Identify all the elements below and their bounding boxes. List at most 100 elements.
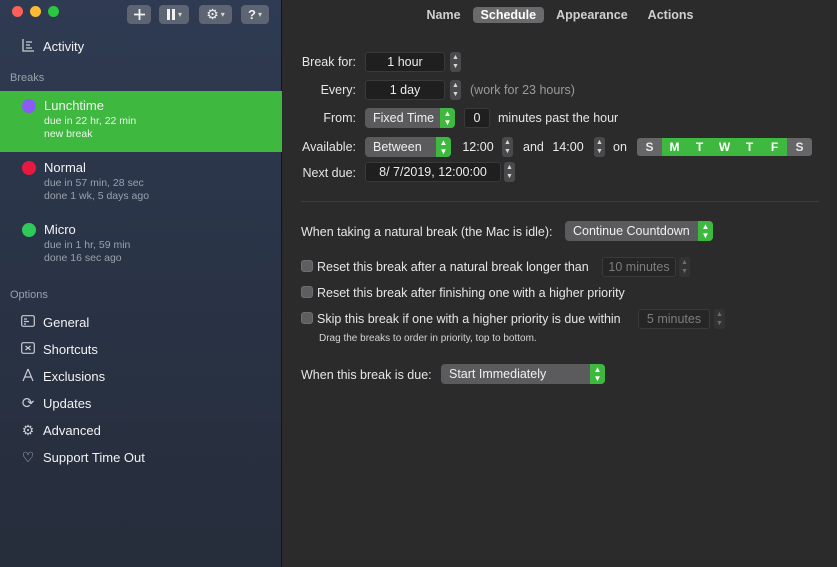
activity-icon: [20, 38, 36, 55]
break-for-label: Break for:: [301, 55, 356, 69]
sidebar-item-advanced[interactable]: ⚙ Advanced: [0, 421, 282, 439]
reset-after-natural-label: Reset this break after a natural break l…: [317, 260, 589, 274]
natural-break-popup-value: Continue Countdown: [573, 224, 690, 238]
next-due-field[interactable]: 8/ 7/2019, 12:00:00: [365, 162, 501, 182]
minutes-past-label: minutes past the hour: [498, 111, 619, 125]
and-label: and: [523, 140, 544, 154]
break-due: due in 1 hr, 59 min: [44, 239, 131, 251]
popup-arrows-icon: ▲ ▼: [698, 221, 713, 241]
break-name: Micro: [44, 222, 76, 237]
day-toggle-saturday[interactable]: S: [787, 138, 812, 156]
day-toggle-thursday[interactable]: T: [737, 138, 762, 156]
close-window-button[interactable]: [12, 6, 23, 17]
natural-break-label: When taking a natural break (the Mac is …: [301, 225, 553, 239]
break-color-dot: [22, 161, 36, 175]
skip-if-priority-checkbox[interactable]: [301, 312, 313, 324]
popup-arrows-icon: ▲ ▼: [436, 137, 451, 157]
sidebar-item-label: General: [43, 314, 90, 330]
sidebar-item-support[interactable]: ♡ Support Time Out: [0, 448, 282, 466]
weekday-selector: S M T W T F S: [637, 138, 812, 156]
tab-schedule[interactable]: Schedule: [472, 7, 545, 23]
section-divider: [301, 201, 819, 202]
gear-icon: ⚙: [21, 421, 35, 438]
plus-icon: [133, 9, 145, 20]
available-start-stepper[interactable]: ▲ ▼: [502, 137, 513, 157]
on-label: on: [613, 140, 627, 154]
break-status: done 16 sec ago: [44, 252, 122, 264]
available-popup[interactable]: Between ▲ ▼: [365, 137, 451, 157]
day-toggle-tuesday[interactable]: T: [687, 138, 712, 156]
help-menu-button[interactable]: ? ▾: [241, 5, 269, 24]
break-due-popup[interactable]: Start Immediately ▲ ▼: [441, 364, 605, 384]
sidebar-item-exclusions[interactable]: Exclusions: [0, 367, 282, 385]
sidebar-item-general[interactable]: General: [0, 313, 282, 331]
skip-duration-field[interactable]: 5 minutes: [638, 309, 710, 329]
keyboard-icon: [20, 341, 36, 357]
available-label: Available:: [302, 140, 356, 154]
work-duration-note: (work for 23 hours): [470, 83, 575, 97]
from-popup-value: Fixed Time: [373, 111, 435, 125]
day-toggle-wednesday[interactable]: W: [712, 138, 737, 156]
reset-after-priority-label: Reset this break after finishing one wit…: [317, 286, 625, 300]
heart-icon: ♡: [21, 448, 35, 465]
window-controls: [12, 6, 59, 17]
natural-break-popup[interactable]: Continue Countdown ▲ ▼: [565, 221, 713, 241]
settings-menu-button[interactable]: ⚙ ▾: [199, 5, 232, 24]
break-item-normal[interactable]: Normal due in 57 min, 28 sec done 1 wk, …: [0, 153, 282, 214]
sidebar-item-label: Advanced: [43, 422, 101, 438]
tab-name[interactable]: Name: [418, 7, 468, 23]
minutes-past-field[interactable]: 0: [464, 108, 490, 128]
sidebar-item-updates[interactable]: ⟳ Updates: [0, 394, 282, 412]
sidebar-item-label: Activity: [43, 38, 85, 54]
break-item-micro[interactable]: Micro due in 1 hr, 59 min done 16 sec ag…: [0, 215, 282, 276]
general-icon: [20, 314, 36, 330]
next-due-stepper[interactable]: ▲ ▼: [504, 162, 515, 182]
break-name: Lunchtime: [44, 98, 104, 113]
options-header: Options: [10, 289, 48, 301]
gear-icon: ⚙: [206, 6, 219, 22]
chevron-down-icon: ▾: [257, 10, 262, 19]
day-toggle-friday[interactable]: F: [762, 138, 787, 156]
sidebar-item-label: Exclusions: [43, 368, 106, 384]
tab-actions[interactable]: Actions: [640, 7, 702, 23]
main-panel: Name Schedule Appearance Actions Break f…: [283, 0, 837, 567]
pause-menu-button[interactable]: ▾: [159, 5, 189, 24]
chevron-down-icon: ▾: [220, 10, 225, 19]
minimize-window-button[interactable]: [30, 6, 41, 17]
tab-appearance[interactable]: Appearance: [548, 7, 636, 23]
sidebar-item-activity[interactable]: Activity: [0, 37, 282, 55]
break-status: new break: [44, 128, 93, 140]
every-field[interactable]: 1 day: [365, 80, 445, 100]
skip-duration-stepper[interactable]: ▲ ▼: [714, 309, 725, 329]
available-end-field[interactable]: 14:00: [547, 137, 589, 157]
sidebar-item-shortcuts[interactable]: Shortcuts: [0, 340, 282, 358]
break-item-lunchtime[interactable]: Lunchtime due in 22 hr, 22 min new break: [0, 91, 282, 152]
tab-bar: Name Schedule Appearance Actions: [283, 7, 837, 23]
reset-after-natural-checkbox[interactable]: [301, 260, 313, 272]
day-toggle-monday[interactable]: M: [662, 138, 687, 156]
break-for-stepper[interactable]: ▲ ▼: [450, 52, 461, 72]
popup-arrows-icon: ▲ ▼: [590, 364, 605, 384]
day-toggle-sunday[interactable]: S: [637, 138, 662, 156]
from-popup[interactable]: Fixed Time ▲ ▼: [365, 108, 455, 128]
zoom-window-button[interactable]: [48, 6, 59, 17]
reset-natural-duration-field[interactable]: 10 minutes: [602, 257, 676, 277]
add-break-button[interactable]: [127, 5, 151, 24]
break-color-dot: [22, 99, 36, 113]
pause-icon: [166, 9, 175, 20]
available-popup-value: Between: [373, 140, 422, 154]
every-stepper[interactable]: ▲ ▼: [450, 80, 461, 100]
sidebar-item-label: Shortcuts: [43, 341, 98, 357]
break-due: due in 57 min, 28 sec: [44, 177, 144, 189]
exclusions-icon: [20, 368, 36, 385]
reset-natural-duration-stepper[interactable]: ▲ ▼: [679, 257, 690, 277]
sidebar-item-label: Support Time Out: [43, 449, 145, 465]
break-for-field[interactable]: 1 hour: [365, 52, 445, 72]
skip-if-priority-label: Skip this break if one with a higher pri…: [317, 312, 621, 326]
reset-after-priority-checkbox[interactable]: [301, 286, 313, 298]
priority-order-hint: Drag the breaks to order in priority, to…: [319, 333, 537, 344]
chevron-down-icon: ▾: [177, 10, 182, 19]
available-end-stepper[interactable]: ▲ ▼: [594, 137, 605, 157]
available-start-field[interactable]: 12:00: [457, 137, 499, 157]
refresh-icon: ⟳: [21, 395, 35, 412]
